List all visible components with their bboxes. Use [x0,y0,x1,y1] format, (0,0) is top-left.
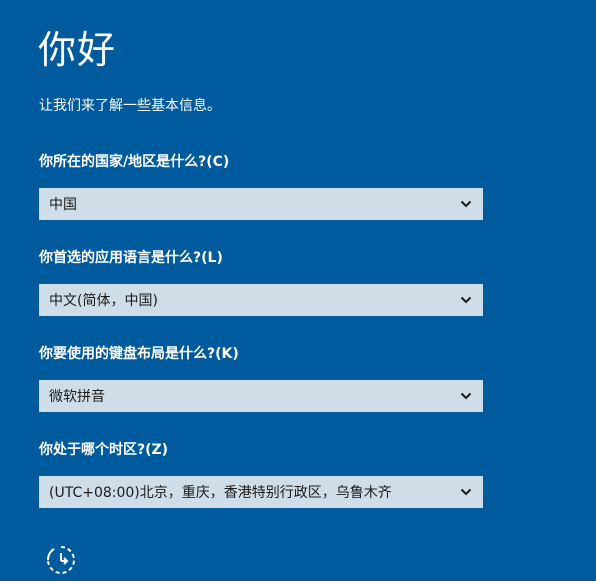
timezone-select[interactable]: (UTC+08:00)北京，重庆，香港特别行政区，乌鲁木齐 [39,476,483,508]
chevron-down-icon [460,488,472,496]
timezone-label: 你处于哪个时区?(Z) [39,442,169,458]
country-label: 你所在的国家/地区是什么?(C) [39,154,230,170]
chevron-down-icon [460,296,472,304]
keyboard-select-value: 微软拼音 [49,389,105,405]
keyboard-label: 你要使用的键盘布局是什么?(K) [39,346,239,362]
language-select[interactable]: 中文(简体，中国) [39,284,483,316]
language-label: 你首选的应用语言是什么?(L) [39,250,223,266]
page-subtitle: 让我们来了解一些基本信息。 [39,98,221,114]
chevron-down-icon [460,200,472,208]
country-select-value: 中国 [49,197,77,213]
timezone-select-value: (UTC+08:00)北京，重庆，香港特别行政区，乌鲁木齐 [49,485,392,501]
ease-of-access-icon[interactable] [45,544,77,576]
page-title: 你好 [38,28,117,72]
language-select-value: 中文(简体，中国) [49,293,158,309]
country-select[interactable]: 中国 [39,188,483,220]
keyboard-select[interactable]: 微软拼音 [39,380,483,412]
chevron-down-icon [460,392,472,400]
